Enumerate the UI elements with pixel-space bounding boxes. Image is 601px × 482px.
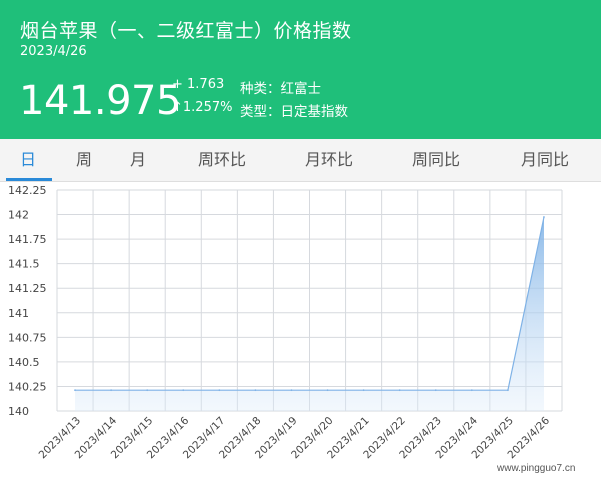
data-point: [543, 216, 545, 218]
y-tick-label: 140.75: [8, 331, 47, 344]
data-point: [326, 389, 329, 392]
index-date: 2023/4/26: [20, 44, 87, 59]
data-point: [218, 389, 221, 392]
index-price: 141.975: [19, 78, 181, 124]
y-tick-label: 141.5: [8, 258, 40, 271]
y-tick-label: 142: [8, 209, 29, 222]
y-tick-label: 141.25: [8, 282, 47, 295]
data-point: [434, 389, 437, 392]
header-banner: 烟台苹果（一、二级红富士）价格指数 2023/4/26 141.975 + 1.…: [0, 0, 601, 139]
data-point: [146, 389, 149, 392]
tab-week[interactable]: 周: [76, 139, 92, 181]
data-point: [290, 389, 293, 392]
data-point: [470, 389, 473, 392]
data-point: [74, 389, 76, 392]
index-title: 烟台苹果（一、二级红富士）价格指数: [20, 20, 352, 42]
index-type-label: 类型：日定基指数: [240, 104, 348, 120]
change-percent: ↑1.257%: [172, 100, 233, 115]
tab-week-over-week[interactable]: 周环比: [198, 139, 246, 181]
y-tick-label: 142.25: [8, 184, 47, 197]
watermark: www.pingguo7.cn: [497, 463, 576, 474]
data-point: [182, 389, 185, 392]
y-tick-label: 141: [8, 307, 29, 320]
y-tick-label: 140.25: [8, 380, 47, 393]
data-point: [506, 389, 509, 392]
y-tick-label: 140: [8, 405, 29, 418]
price-index-chart: 142.25 142 141.75 141.5 141.25 141 140.75 140.5…: [8, 184, 563, 461]
tab-month[interactable]: 月: [130, 139, 146, 181]
tab-week-year-over-year[interactable]: 周同比: [412, 139, 460, 181]
tab-month-year-over-year[interactable]: 月同比: [521, 139, 569, 181]
data-point: [110, 389, 113, 392]
change-absolute: + 1.763: [172, 77, 225, 92]
variety-label: 种类：红富士: [240, 81, 321, 97]
tab-day[interactable]: 日: [20, 139, 36, 181]
y-tick-label: 141.75: [8, 233, 47, 246]
period-tabs: 日 周 月 周环比 月环比 周同比 月同比: [0, 139, 601, 182]
data-point: [398, 389, 401, 392]
data-point: [254, 389, 257, 392]
tab-month-over-month[interactable]: 月环比: [305, 139, 353, 181]
y-tick-label: 140.5: [8, 356, 40, 369]
data-point: [362, 389, 365, 392]
